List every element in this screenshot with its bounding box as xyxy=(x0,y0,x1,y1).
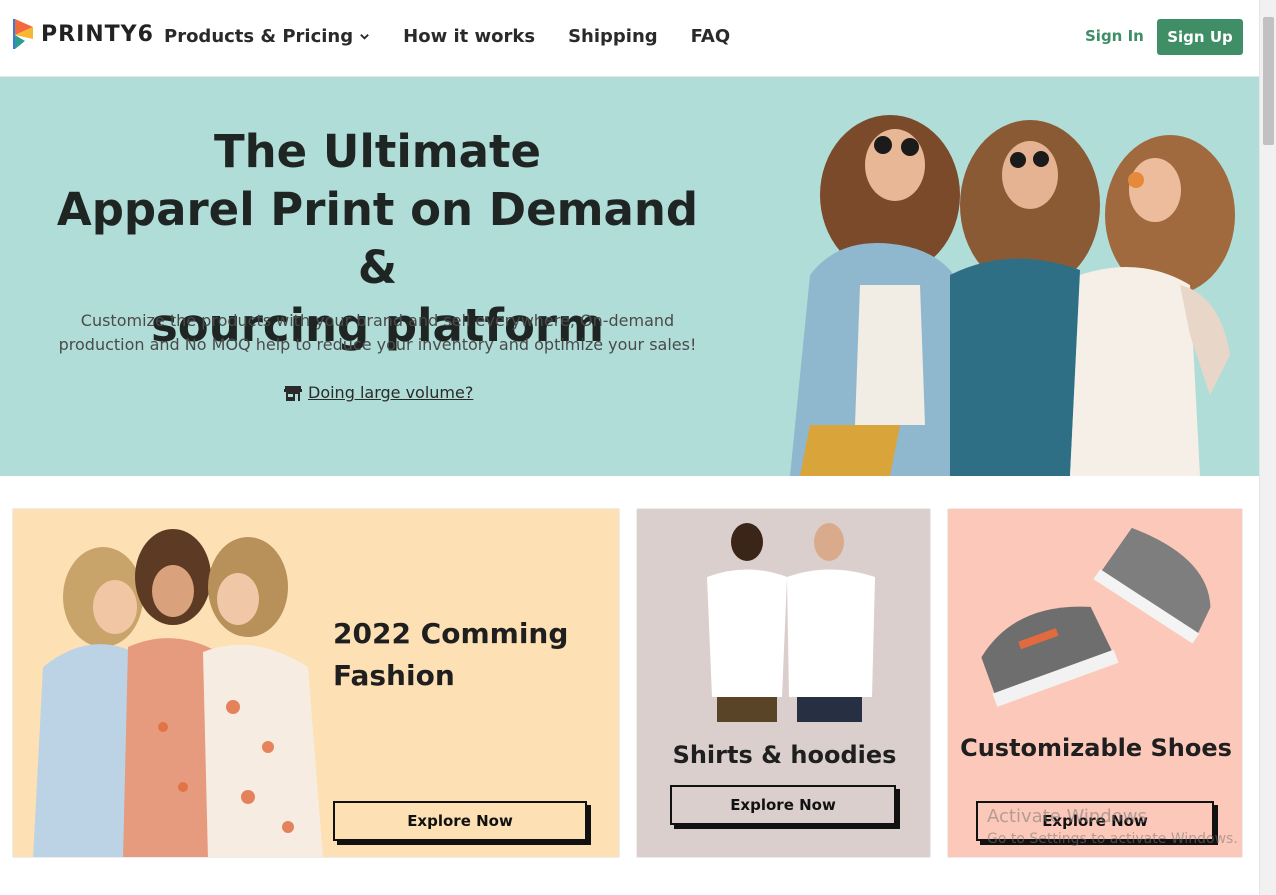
hero-title-line1: The Ultimate xyxy=(213,125,542,178)
sign-up-button[interactable]: Sign Up xyxy=(1157,19,1243,55)
page-scrollbar[interactable] xyxy=(1259,0,1276,895)
store-icon xyxy=(284,385,302,401)
sign-in-link[interactable]: Sign In xyxy=(1085,27,1144,45)
nav-products-pricing-label: Products & Pricing xyxy=(164,26,354,47)
large-volume-link[interactable]: Doing large volume? xyxy=(284,383,473,402)
logo-text: PRINTY6 xyxy=(41,21,154,47)
card-title: Shirts & hoodies xyxy=(672,741,897,769)
site-header: PRINTY6 Products & Pricing How it works … xyxy=(0,0,1259,77)
main-nav: Products & Pricing How it works Shipping… xyxy=(164,26,763,47)
shirts-models-photo xyxy=(707,523,875,722)
explore-now-button[interactable]: Explore Now xyxy=(333,801,587,841)
nav-products-pricing[interactable]: Products & Pricing xyxy=(164,26,370,47)
hero-models-photo xyxy=(790,115,1235,476)
card-shirts-hoodies: Shirts & hoodies Explore Now xyxy=(636,508,931,858)
activate-windows-watermark: Activate Windows Go to Settings to activ… xyxy=(987,806,1238,850)
card-title: 2022 Comming Fashion xyxy=(333,617,569,692)
watermark-line1: Activate Windows xyxy=(987,806,1147,827)
watermark-line2: Go to Settings to activate Windows. xyxy=(987,831,1238,847)
hero-title-line2: Apparel Print on Demand & xyxy=(56,183,699,294)
logo[interactable]: PRINTY6 xyxy=(13,17,154,51)
large-volume-link-label: Doing large volume? xyxy=(308,383,474,402)
shoes-photo xyxy=(981,527,1211,707)
chevron-down-icon xyxy=(360,34,369,40)
nav-how-it-works[interactable]: How it works xyxy=(403,26,535,47)
fashion-models-photo xyxy=(33,529,323,857)
nav-faq[interactable]: FAQ xyxy=(691,26,730,47)
card-2022-fashion: 2022 Comming Fashion Explore Now xyxy=(12,508,620,858)
hero-subtitle: Customize the products with your brand a… xyxy=(58,311,697,354)
hero-banner: The Ultimate Apparel Print on Demand & s… xyxy=(0,77,1259,476)
scrollbar-thumb[interactable] xyxy=(1263,17,1274,145)
nav-shipping[interactable]: Shipping xyxy=(568,26,658,47)
explore-now-button[interactable]: Explore Now xyxy=(670,785,896,825)
logo-mark-icon xyxy=(13,19,33,49)
card-title: Customizable Shoes xyxy=(960,734,1232,762)
